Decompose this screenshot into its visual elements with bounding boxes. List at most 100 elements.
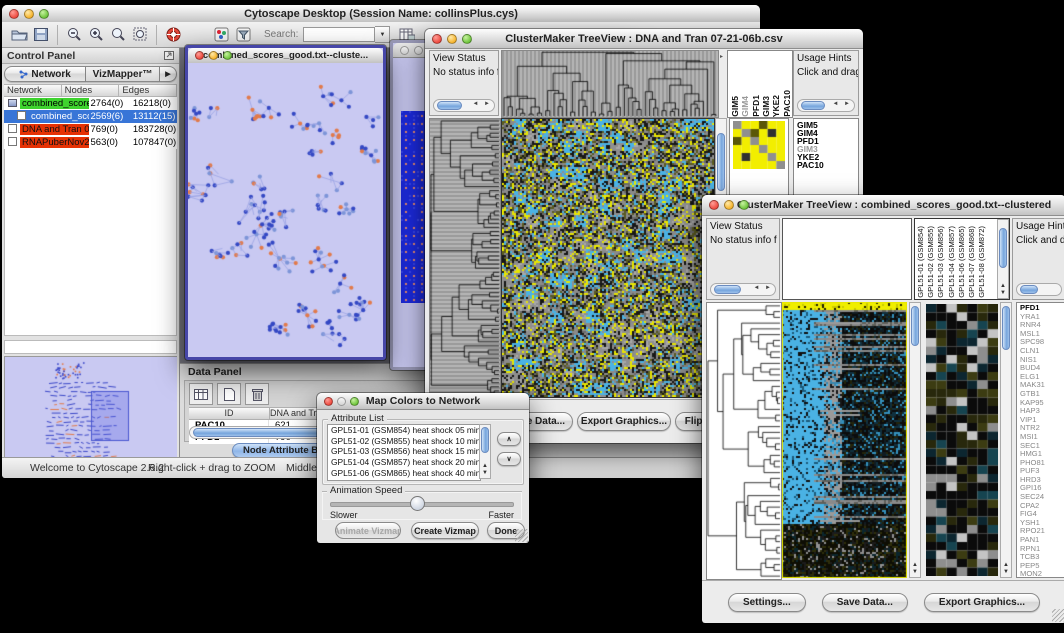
column-label[interactable]: GPL51-06 (GSM865) bbox=[957, 226, 967, 298]
vscroll-arrows[interactable]: ▲▼ bbox=[1001, 562, 1011, 576]
treeview-button[interactable]: Export Graphics... bbox=[577, 412, 671, 431]
vscroll-arrows[interactable]: ▲▼ bbox=[910, 562, 920, 576]
attribute-select-icon[interactable] bbox=[189, 383, 213, 405]
close-button[interactable] bbox=[432, 34, 442, 44]
close-button[interactable] bbox=[709, 200, 719, 210]
network-table-header[interactable]: NetworkNodesEdges bbox=[4, 84, 177, 97]
delete-attribute-icon[interactable] bbox=[245, 383, 269, 405]
hscroll-arrows[interactable]: ◄ ► bbox=[832, 101, 852, 107]
save-icon[interactable] bbox=[30, 25, 52, 45]
float-panel-icon[interactable] bbox=[164, 51, 174, 60]
close-button[interactable] bbox=[400, 46, 409, 55]
hscroll-thumb[interactable] bbox=[801, 101, 825, 110]
zoom-window-button[interactable] bbox=[223, 51, 232, 60]
gene-label[interactable]: MON2 bbox=[1020, 570, 1064, 578]
tab-network[interactable]: Network bbox=[4, 66, 86, 82]
column-label[interactable]: GPL51-01 (GSM854) bbox=[916, 226, 926, 298]
main-titlebar[interactable]: Cytoscape Desktop (Session Name: collins… bbox=[2, 5, 760, 23]
vscroll-thumb[interactable] bbox=[1002, 306, 1010, 350]
column-label[interactable]: YKE2 bbox=[771, 95, 781, 117]
new-attribute-icon[interactable] bbox=[217, 383, 241, 405]
zoom-window-button[interactable] bbox=[39, 9, 49, 19]
hscroll-thumb[interactable] bbox=[437, 101, 462, 110]
minimize-button[interactable] bbox=[724, 200, 734, 210]
column-label[interactable]: GPL51-08 (GSM872) bbox=[977, 226, 987, 298]
column-label[interactable]: GIM4 bbox=[740, 96, 750, 117]
birds-eye-view[interactable] bbox=[4, 356, 177, 462]
vscroll-thumb[interactable] bbox=[999, 228, 1007, 268]
column-label[interactable]: PFD1 bbox=[751, 95, 761, 117]
network-view-window[interactable]: combined_scores_good.txt--cluste... bbox=[185, 45, 386, 360]
hscroll-thumb[interactable] bbox=[714, 285, 741, 294]
minimize-button[interactable] bbox=[209, 51, 218, 60]
network-list-row[interactable]: DNA and Tran 07 769(0) 183728(0) bbox=[4, 123, 177, 136]
column-label[interactable]: GPL51-07 (GSM868) bbox=[967, 226, 977, 298]
row-dendrogram-canvas[interactable] bbox=[706, 302, 782, 580]
resize-grip[interactable] bbox=[515, 529, 528, 542]
vscroll-thumb[interactable] bbox=[481, 427, 489, 453]
attribute-list-item[interactable]: GPL51-02 (GSM855) heat shock 10 min bbox=[328, 436, 480, 447]
column-label[interactable]: GIM3 bbox=[761, 96, 771, 117]
hscroll-arrows[interactable]: ◄ ► bbox=[472, 101, 492, 107]
column-label[interactable]: GPL51-04 (GSM857) bbox=[947, 226, 957, 298]
network-canvas[interactable] bbox=[188, 63, 383, 357]
zoom-vscrollbar[interactable]: ▲▼ bbox=[1000, 302, 1012, 578]
view-status-hscrollbar[interactable]: ◄ ► bbox=[433, 99, 495, 112]
zoom-heatmap-canvas[interactable] bbox=[926, 304, 998, 576]
usage-hints-hscrollbar[interactable] bbox=[1016, 283, 1062, 296]
zoom-selected-icon[interactable] bbox=[107, 25, 129, 45]
vscroll-arrows[interactable]: ▲▼ bbox=[480, 463, 490, 477]
column-dendrogram-canvas[interactable] bbox=[501, 50, 719, 118]
network-list-row[interactable]: combined_scores 2764(0) 16218(0) bbox=[4, 97, 177, 110]
animate-vizmap-button[interactable]: Animate Vizmap bbox=[335, 522, 401, 539]
column-tree-area[interactable] bbox=[782, 218, 912, 300]
column-label[interactable]: GPL51-02 (GSM855) bbox=[926, 226, 936, 298]
speed-slider-thumb[interactable] bbox=[410, 496, 425, 511]
heatmap-vscrollbar[interactable]: ▲▼ bbox=[909, 302, 921, 578]
attribute-list-item[interactable]: GPL51-06 (GSM865) heat shock 40 min bbox=[328, 468, 480, 479]
search-input[interactable] bbox=[303, 27, 375, 42]
zoom-window-button[interactable] bbox=[350, 397, 359, 406]
network-list-row[interactable]: RNAPuberNov2+| 563(0) 107847(0) bbox=[4, 136, 177, 149]
create-vizmap-button[interactable]: Create Vizmap bbox=[411, 522, 479, 539]
hscroll-arrows[interactable]: ◄ ► bbox=[753, 285, 773, 291]
treeview-button[interactable]: Settings... bbox=[728, 593, 806, 612]
row-dendrogram-canvas[interactable] bbox=[429, 118, 501, 398]
zoom-out-icon[interactable] bbox=[63, 25, 85, 45]
column-label[interactable]: GPL51-03 (GSM856) bbox=[936, 226, 946, 298]
view-status-hscrollbar[interactable]: ◄ ► bbox=[710, 283, 776, 296]
move-down-button[interactable]: ∨ bbox=[497, 452, 521, 466]
treeview-button[interactable]: Save Data... bbox=[822, 593, 908, 612]
vscroll-arrows[interactable]: ▲▼ bbox=[998, 283, 1008, 297]
tab-more-arrow[interactable]: ▶ bbox=[160, 66, 177, 82]
vscroll-thumb[interactable] bbox=[717, 133, 725, 191]
vscroll-thumb[interactable] bbox=[911, 306, 919, 346]
zoom-window-button[interactable] bbox=[739, 200, 749, 210]
network-list-row[interactable]: combined_sco 2569(6) 13112(15) bbox=[4, 110, 177, 123]
attribute-list-item[interactable]: GPL51-07 (GSM868) heat shock 60 min bbox=[328, 479, 480, 481]
minimize-button[interactable] bbox=[447, 34, 457, 44]
close-button[interactable] bbox=[324, 397, 333, 406]
close-button[interactable] bbox=[9, 9, 19, 19]
usage-hints-hscrollbar[interactable]: ◄ ► bbox=[797, 99, 855, 112]
attribute-list-item[interactable]: GPL51-04 (GSM857) heat shock 20 min bbox=[328, 457, 480, 468]
help-lifesaver-icon[interactable] bbox=[162, 25, 184, 45]
open-file-icon[interactable] bbox=[8, 25, 30, 45]
tab-vizmapper[interactable]: VizMapper™ bbox=[86, 66, 160, 82]
close-button[interactable] bbox=[195, 51, 204, 60]
search-dropdown-arrow[interactable]: ▼ bbox=[375, 26, 390, 43]
minimize-button[interactable] bbox=[337, 397, 346, 406]
treeview-button[interactable]: Export Graphics... bbox=[924, 593, 1040, 612]
move-up-button[interactable]: ∧ bbox=[497, 432, 521, 446]
attribute-list-item[interactable]: GPL51-01 (GSM854) heat shock 05 min bbox=[328, 425, 480, 436]
zoom-window-button[interactable] bbox=[462, 34, 472, 44]
column-label[interactable]: PAC10 bbox=[782, 90, 792, 117]
filter-icon[interactable] bbox=[232, 25, 254, 45]
panel-splitter[interactable] bbox=[4, 340, 177, 354]
hscroll-thumb[interactable] bbox=[1020, 285, 1038, 294]
zoom-fit-icon[interactable] bbox=[129, 25, 151, 45]
attribute-list-vscrollbar[interactable]: ▲▼ bbox=[479, 424, 491, 479]
column-label[interactable]: GIM5 bbox=[730, 96, 740, 117]
heatmap-canvas[interactable] bbox=[782, 302, 907, 578]
birds-eye-canvas[interactable] bbox=[5, 357, 177, 461]
